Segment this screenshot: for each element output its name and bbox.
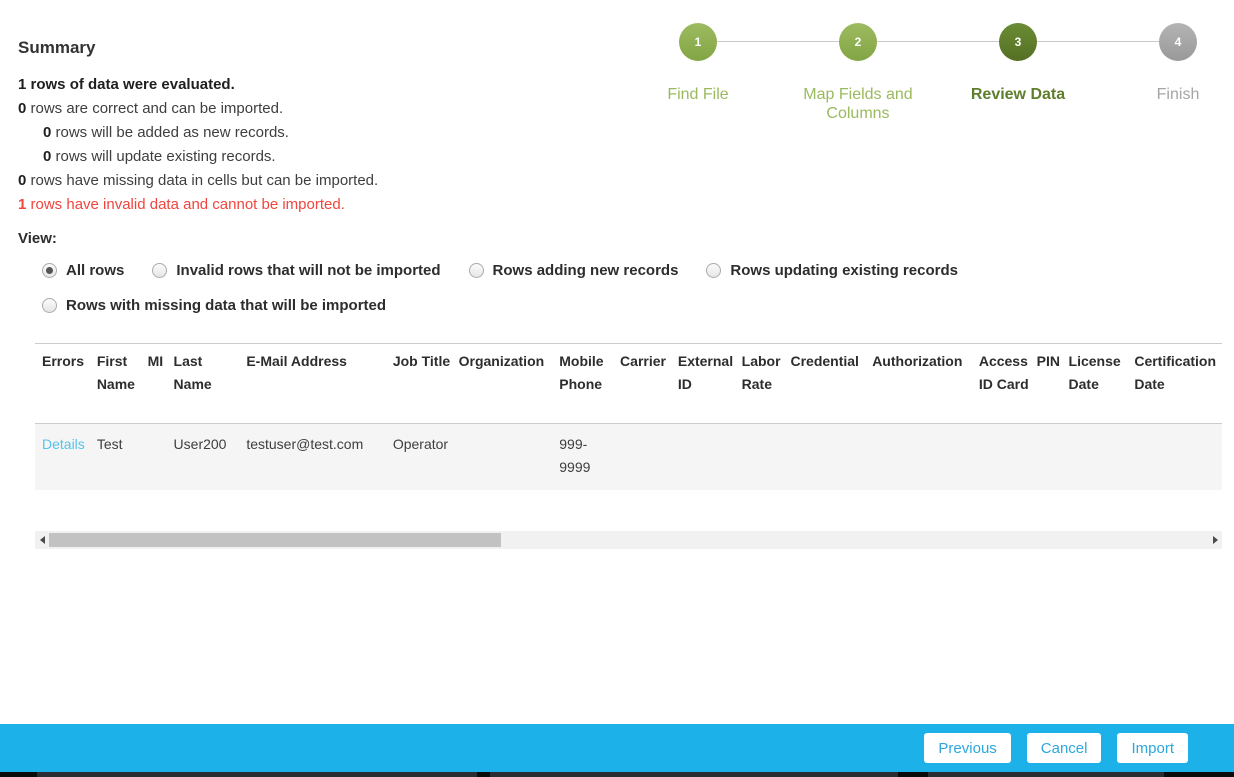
summary-line-updated: 0 rows will update existing records. [43,145,378,169]
row-credential-cell [790,424,872,490]
row-external-id-cell [678,424,742,490]
column-header-organization: Organization [459,344,560,423]
row-license-date-cell [1069,424,1135,490]
summary-section: Summary 1 rows of data were evaluated. 0… [18,38,378,217]
step-4-label: Finish [1157,85,1200,104]
summary-line-invalid: 1 rows have invalid data and cannot be i… [18,193,378,217]
scrollbar-thumb[interactable] [49,533,501,547]
step-1-label: Find File [667,85,728,104]
details-link[interactable]: Details [42,436,85,452]
radio-button-icon[interactable] [469,263,484,278]
row-email-cell: testuser@test.com [246,424,393,490]
row-organization-cell [459,424,560,490]
review-data-table: Errors First Name MI Last Name E-Mail Ad… [35,343,1222,490]
column-header-mi: MI [148,344,174,423]
step-map-fields: 2 Map Fields and Columns [783,23,933,123]
taskbar-edge [0,772,1234,777]
column-header-authorization: Authorization [872,344,979,423]
column-header-external-id: External ID [678,344,742,423]
summary-line-missing: 0 rows have missing data in cells but ca… [18,169,378,193]
radio-rows-updating[interactable]: Rows updating existing records [706,262,958,279]
summary-line-correct: 0 rows are correct and can be imported. [18,97,378,121]
step-2-label: Map Fields and Columns [783,85,933,123]
step-find-file: 1 Find File [623,23,773,104]
radio-button-icon[interactable] [42,298,57,313]
step-review-data: 3 Review Data [943,23,1093,104]
column-header-first-name: First Name [97,344,148,423]
row-pin-cell [1037,424,1069,490]
view-label: View: [18,230,57,247]
row-mi-cell [148,424,174,490]
step-finish: 4 Finish [1103,23,1234,104]
view-options-row-1: All rows Invalid rows that will not be i… [42,262,958,279]
previous-button[interactable]: Previous [924,733,1010,763]
column-header-certification-date: Certification Date [1134,344,1222,423]
row-certification-date-cell [1134,424,1222,490]
scroll-left-arrow-icon[interactable] [35,531,49,549]
cancel-button[interactable]: Cancel [1027,733,1102,763]
radio-rows-adding[interactable]: Rows adding new records [469,262,679,279]
summary-line-evaluated: 1 rows of data were evaluated. [18,73,378,97]
row-last-name-cell: User200 [174,424,247,490]
column-header-mobile-phone: Mobile Phone [559,344,620,423]
column-header-last-name: Last Name [174,344,247,423]
step-1-circle: 1 [679,23,717,61]
row-carrier-cell [620,424,678,490]
column-header-email: E-Mail Address [246,344,393,423]
radio-rows-missing[interactable]: Rows with missing data that will be impo… [42,297,386,314]
column-header-access-id-card: Access ID Card [979,344,1037,423]
radio-invalid-rows[interactable]: Invalid rows that will not be imported [152,262,440,279]
column-header-carrier: Carrier [620,344,678,423]
horizontal-scrollbar[interactable] [35,531,1222,549]
radio-button-icon[interactable] [706,263,721,278]
view-options-row-2: Rows with missing data that will be impo… [42,297,386,318]
row-access-id-card-cell [979,424,1037,490]
column-header-labor-rate: Labor Rate [742,344,791,423]
radio-all-rows[interactable]: All rows [42,262,124,279]
radio-button-icon[interactable] [42,263,57,278]
import-wizard-page: Summary 1 rows of data were evaluated. 0… [0,0,1234,777]
table-row: Details Test User200 testuser@test.com O… [35,424,1222,490]
row-first-name-cell: Test [97,424,148,490]
column-header-license-date: License Date [1069,344,1135,423]
row-mobile-phone-cell: 999-9999 [559,424,620,490]
summary-title: Summary [18,38,378,58]
column-header-pin: PIN [1037,344,1069,423]
row-labor-rate-cell [742,424,791,490]
column-header-errors: Errors [42,344,97,423]
table-header-row: Errors First Name MI Last Name E-Mail Ad… [35,343,1222,424]
import-button[interactable]: Import [1117,733,1188,763]
step-4-circle: 4 [1159,23,1197,61]
step-3-circle: 3 [999,23,1037,61]
column-header-job-title: Job Title [393,344,459,423]
column-header-credential: Credential [790,344,872,423]
row-errors-cell: Details [42,424,97,490]
row-job-title-cell: Operator [393,424,459,490]
radio-button-icon[interactable] [152,263,167,278]
scroll-right-arrow-icon[interactable] [1208,531,1222,549]
row-authorization-cell [872,424,979,490]
step-3-label: Review Data [971,85,1065,104]
footer-action-bar: Previous Cancel Import [0,724,1234,772]
step-2-circle: 2 [839,23,877,61]
summary-line-added: 0 rows will be added as new records. [43,121,378,145]
